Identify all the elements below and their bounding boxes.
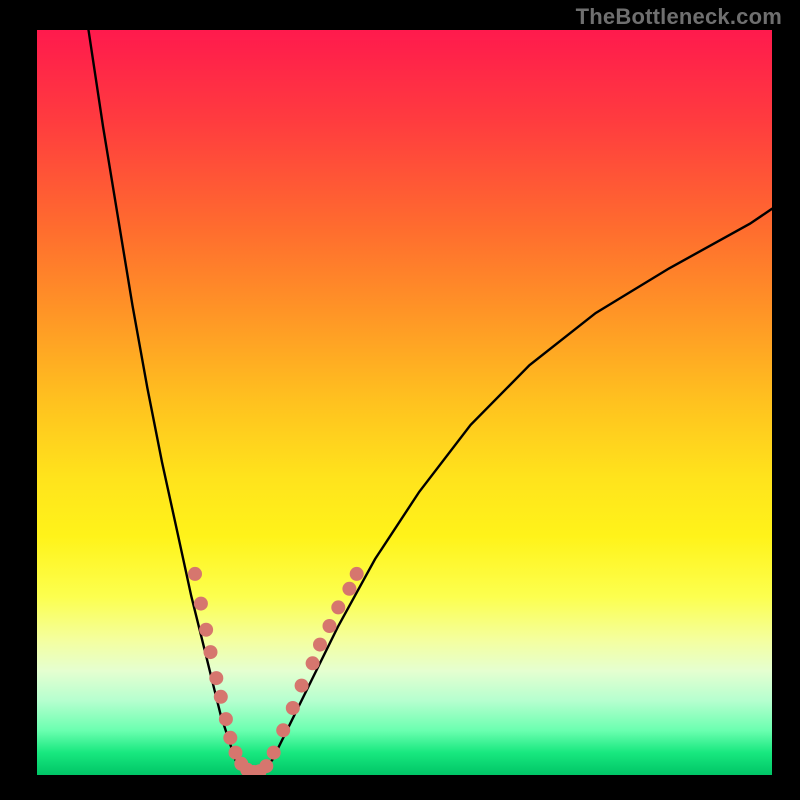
plot-area: [37, 30, 772, 775]
chart-frame: TheBottleneck.com: [0, 0, 800, 800]
watermark-text: TheBottleneck.com: [576, 4, 782, 30]
